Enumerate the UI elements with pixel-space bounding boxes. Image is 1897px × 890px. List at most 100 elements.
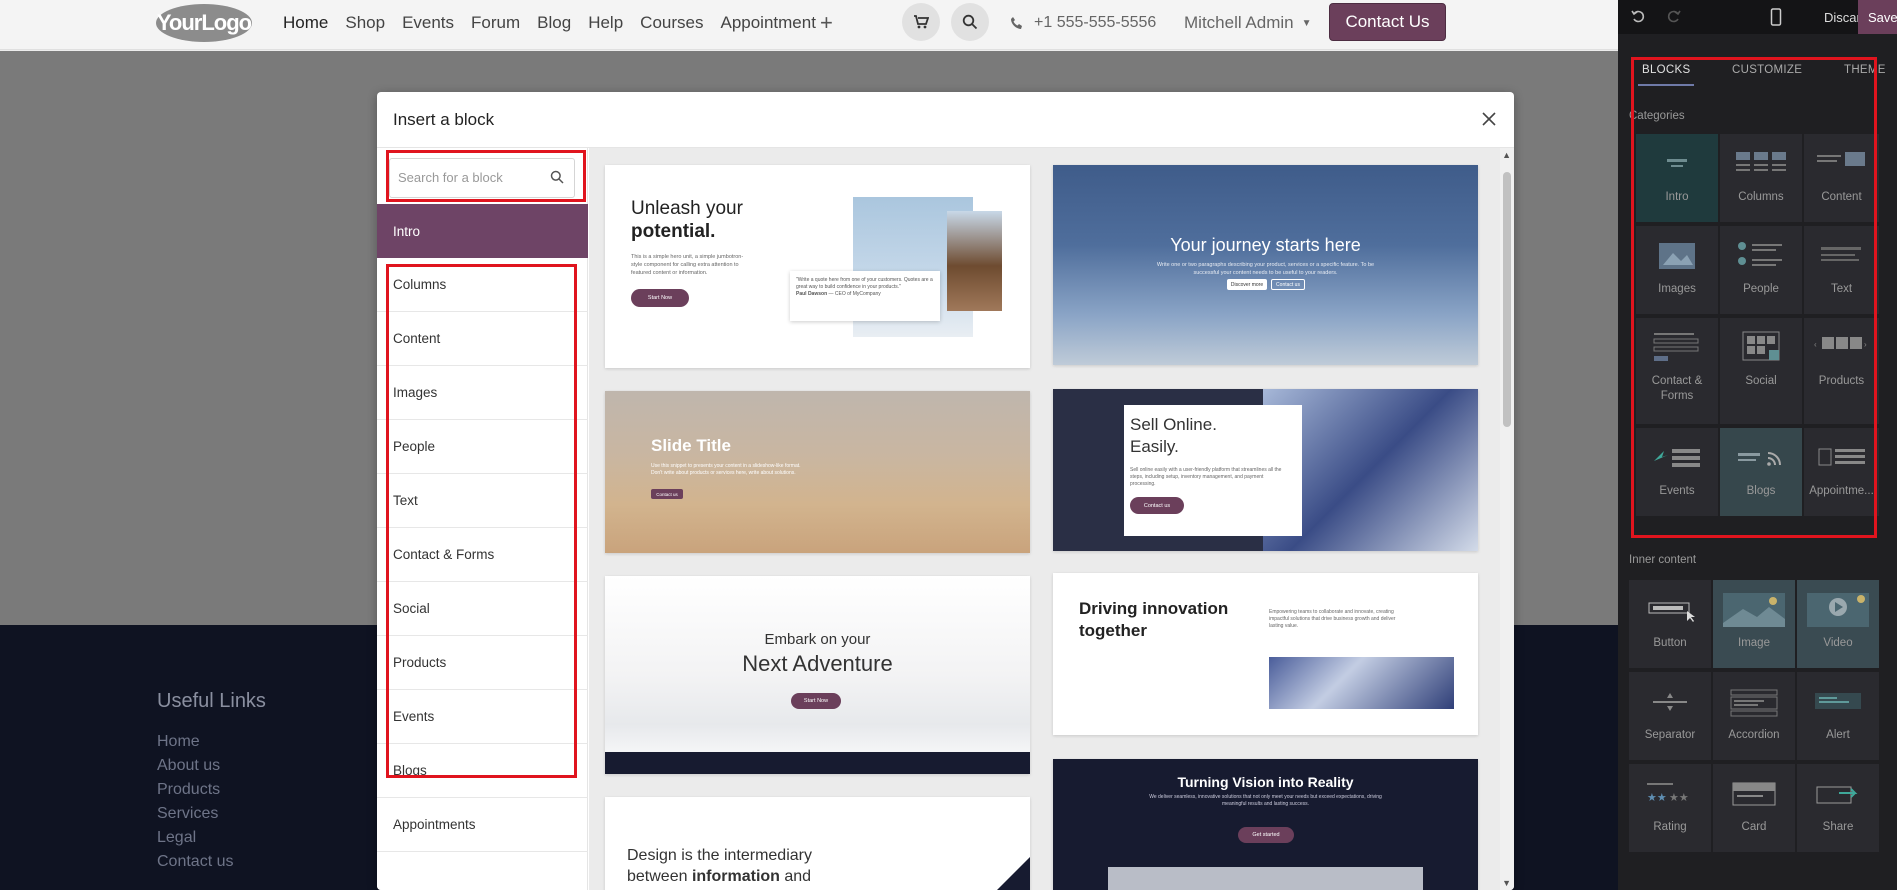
nav-help[interactable]: Help [588, 13, 623, 33]
site-logo[interactable]: YourLogo [156, 4, 252, 42]
block-preview-sell-online[interactable]: Sell Online. Easily. Sell online easily … [1053, 389, 1478, 551]
snippet-label: Intro [1665, 191, 1689, 203]
editor-tabs: BLOCKS CUSTOMIZE THEME [1618, 60, 1897, 86]
tab-theme[interactable]: THEME [1844, 64, 1886, 76]
nav-forum[interactable]: Forum [471, 13, 520, 33]
nav-shop[interactable]: Shop [345, 13, 385, 33]
snippet-products[interactable]: ‹ › Products [1804, 318, 1879, 424]
undo-icon[interactable] [1630, 8, 1646, 24]
snippet-image[interactable]: Image [1713, 580, 1795, 668]
footer-link-services[interactable]: Services [157, 802, 233, 826]
snippet-text[interactable]: Text [1804, 226, 1879, 314]
category-text[interactable]: Text [377, 474, 588, 528]
snippet-button[interactable]: Button [1629, 580, 1711, 668]
mobile-preview-icon[interactable] [1770, 8, 1782, 26]
preview-dark-band [605, 752, 1030, 774]
block-category-sidebar: Intro Columns Content Images People Text… [377, 148, 588, 890]
preview-text: This is a simple hero unit, a simple jum… [631, 254, 744, 276]
footer-link-about[interactable]: About us [157, 754, 233, 778]
snippet-alert[interactable]: Alert [1797, 672, 1879, 760]
snippet-social[interactable]: Social [1720, 318, 1802, 424]
category-events[interactable]: Events [377, 690, 588, 744]
snippet-label: Appointme... [1809, 485, 1874, 497]
snippet-images[interactable]: Images [1636, 226, 1718, 314]
tab-blocks[interactable]: BLOCKS [1642, 64, 1690, 76]
user-menu[interactable]: Mitchell Admin ▼ [1184, 13, 1312, 33]
category-blogs[interactable]: Blogs [377, 744, 588, 798]
form-icon [1646, 326, 1708, 370]
category-content[interactable]: Content [377, 312, 588, 366]
button-icon [1639, 588, 1701, 632]
insert-block-dialog: Insert a block Intro Columns Content Ima… [377, 92, 1514, 890]
preview-title: Your journey starts here [1170, 235, 1361, 255]
block-preview-slide[interactable]: Slide Title Use this snippet to presents… [605, 391, 1030, 553]
block-preview-vision[interactable]: Turning Vision into Reality We deliver s… [1053, 759, 1478, 890]
category-appointments[interactable]: Appointments [377, 798, 588, 852]
snippet-events[interactable]: Events [1636, 428, 1718, 516]
footer-link-legal[interactable]: Legal [157, 826, 233, 850]
snippet-accordion[interactable]: Accordion [1713, 672, 1795, 760]
snippet-contact-forms[interactable]: Contact & Forms [1636, 318, 1718, 424]
block-preview-design[interactable]: Design is the intermediary between infor… [605, 797, 1030, 890]
snippet-content[interactable]: Content [1804, 134, 1879, 222]
close-button[interactable] [1474, 104, 1504, 134]
snippet-people[interactable]: People [1720, 226, 1802, 314]
cart-button[interactable] [902, 3, 940, 41]
preview-text: We deliver seamless, innovative solution… [1149, 794, 1382, 807]
nav-home[interactable]: Home [283, 13, 328, 33]
snippet-separator[interactable]: Separator [1629, 672, 1711, 760]
category-columns[interactable]: Columns [377, 258, 588, 312]
preview-text: Write one or two paragraphs describing y… [1156, 262, 1375, 276]
category-contact-forms[interactable]: Contact & Forms [377, 528, 588, 582]
search-button[interactable] [951, 3, 989, 41]
nav-appointment[interactable]: Appointment [720, 13, 815, 33]
close-icon [1482, 112, 1496, 126]
block-preview-innovation[interactable]: Driving innovation together Empowering t… [1053, 573, 1478, 735]
content-icon [1811, 142, 1873, 186]
snippet-blogs[interactable]: Blogs [1720, 428, 1802, 516]
footer-link-contact[interactable]: Contact us [157, 850, 233, 874]
snippet-intro[interactable]: Intro [1636, 134, 1718, 222]
block-preview-hero-potential[interactable]: Unleash your potential. This is a simple… [605, 165, 1030, 368]
scroll-down-icon[interactable]: ▼ [1502, 878, 1511, 888]
block-search-input[interactable] [398, 159, 548, 195]
tab-customize[interactable]: CUSTOMIZE [1732, 64, 1802, 76]
category-products[interactable]: Products [377, 636, 588, 690]
phone-link[interactable]: +1 555-555-5556 [1010, 14, 1156, 32]
footer-link-products[interactable]: Products [157, 778, 233, 802]
inner-content-heading: Inner content [1629, 554, 1697, 566]
category-social[interactable]: Social [377, 582, 588, 636]
category-intro[interactable]: Intro [377, 204, 588, 258]
nav-events[interactable]: Events [402, 13, 454, 33]
category-images[interactable]: Images [377, 366, 588, 420]
snippet-rating[interactable]: ★★ ★★ Rating [1629, 764, 1711, 852]
save-button[interactable]: Save [1858, 0, 1897, 34]
footer-link-home[interactable]: Home [157, 730, 233, 754]
snippet-label: Images [1658, 283, 1696, 295]
accordion-icon [1723, 680, 1785, 724]
snippet-appointments[interactable]: Appointme... [1804, 428, 1879, 516]
snippet-video[interactable]: Video [1797, 580, 1879, 668]
category-people[interactable]: People [377, 420, 588, 474]
scrollbar-thumb[interactable] [1503, 172, 1511, 427]
block-preview-journey[interactable]: Your journey starts here Write one or tw… [1053, 165, 1478, 365]
snippet-columns[interactable]: Columns [1720, 134, 1802, 222]
snippet-share[interactable]: Share [1797, 764, 1879, 852]
social-icon [1730, 326, 1792, 370]
images-icon [1646, 234, 1708, 278]
block-preview-adventure[interactable]: Embark on your Next Adventure Start Now [605, 576, 1030, 774]
svg-text:‹: ‹ [1814, 340, 1817, 349]
preview-scrollbar[interactable]: ▲ ▼ [1500, 148, 1514, 890]
scroll-up-icon[interactable]: ▲ [1502, 150, 1511, 160]
contact-us-button[interactable]: Contact Us [1329, 3, 1446, 41]
add-menu-item-button[interactable]: + [820, 10, 833, 36]
phone-icon [1011, 17, 1022, 29]
redo-icon[interactable] [1666, 8, 1682, 24]
nav-courses[interactable]: Courses [640, 13, 703, 33]
snippet-card[interactable]: Card [1713, 764, 1795, 852]
nav-blog[interactable]: Blog [537, 13, 571, 33]
preview-corner-shape [997, 857, 1030, 890]
appointment-icon [1811, 436, 1873, 480]
preview-content-box: Sell Online. Easily. Sell online easily … [1124, 405, 1302, 536]
category-list: Intro Columns Content Images People Text… [377, 204, 588, 852]
